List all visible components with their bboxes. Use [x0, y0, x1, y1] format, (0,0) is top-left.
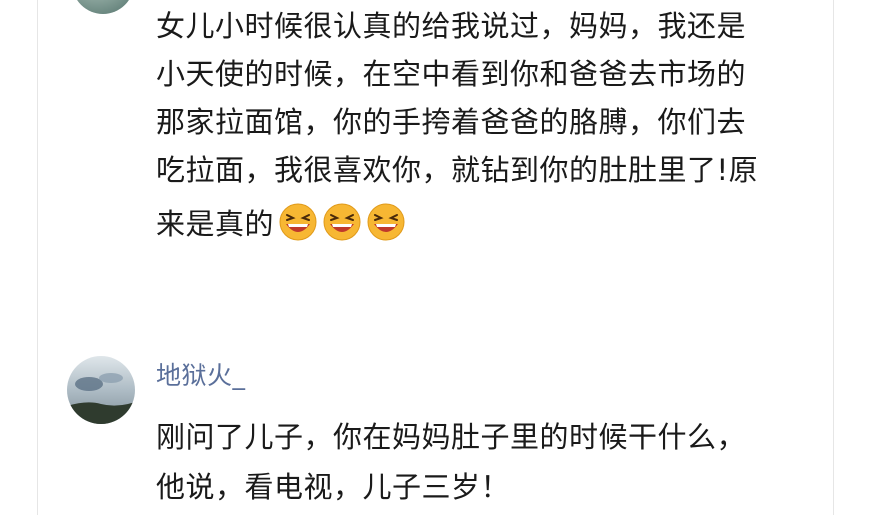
laughing-emoji-icon: [367, 203, 405, 241]
comment-line: 那家拉面馆，你的手挎着爸爸的胳膊，你们去: [156, 105, 747, 139]
comment-line: 刚问了儿子，你在妈妈肚子里的时候干什么，: [156, 420, 747, 454]
comment-thread: 女儿小时候很认真的给我说过，妈妈，我还是 小天使的时候，在空中看到你和爸爸去市场…: [0, 0, 870, 515]
comment-line: 吃拉面，我很喜欢你，就钻到你的肚肚里了!原: [156, 153, 759, 187]
comment-line: 女儿小时候很认真的给我说过，妈妈，我还是: [156, 9, 747, 43]
laughing-emoji-icon: [323, 203, 361, 241]
comment-body: 刚问了儿子，你在妈妈肚子里的时候干什么， 他说，看电视，儿子三岁！: [156, 412, 806, 512]
comment-line: 他说，看电视，儿子三岁！: [156, 470, 511, 504]
avatar[interactable]: [67, 356, 135, 424]
comment-last-line: 来是真的: [156, 196, 406, 248]
avatar[interactable]: [72, 0, 134, 14]
right-border: [833, 0, 834, 515]
left-border: [37, 0, 38, 515]
laughing-emoji-icon: [279, 203, 317, 241]
username[interactable]: 地狱火_: [156, 356, 246, 392]
comment-line: 小天使的时候，在空中看到你和爸爸去市场的: [156, 57, 747, 91]
comment-body: 女儿小时候很认真的给我说过，妈妈，我还是 小天使的时候，在空中看到你和爸爸去市场…: [156, 2, 796, 194]
sky-landscape-avatar-icon: [67, 356, 135, 424]
comment-line: 来是真的: [156, 207, 275, 241]
